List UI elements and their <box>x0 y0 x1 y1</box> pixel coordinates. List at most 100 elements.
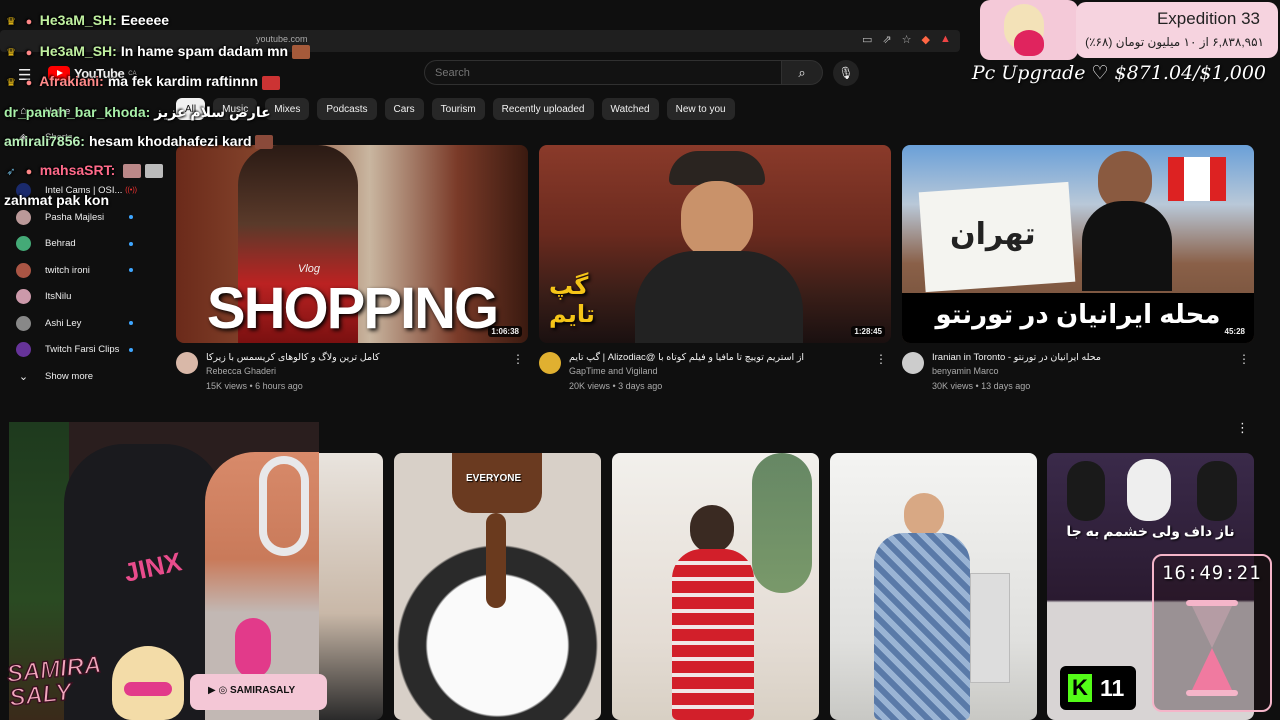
user-icon: ● <box>25 77 33 90</box>
chat-username: mahsaSRT: <box>39 161 116 178</box>
brave-shield-icon[interactable]: ◆ <box>922 33 930 46</box>
short-plant <box>752 453 812 593</box>
chip-recently-uploaded[interactable]: Recently uploaded <box>492 98 594 120</box>
video-card[interactable]: گپ تایم 1:28:45 از استریم توییچ تا مافیا… <box>539 145 891 394</box>
video-title[interactable]: از استریم توییچ تا مافیا و فیلم کوتاه با… <box>569 352 804 364</box>
sidebar-item-label: Show more <box>45 370 94 382</box>
sidebar-subscription[interactable]: ItsNilu <box>0 284 155 311</box>
stream-chat: ♛ ● He3aM_SH: Eeeeee ♛ ● He3aM_SH: In hame… <box>4 6 324 215</box>
user-icon: ● <box>25 16 33 28</box>
short-card[interactable]: EVERYONE <box>394 453 601 720</box>
chat-message: ➶ ● mahsaSRT: zahmat pak kon <box>4 156 324 215</box>
streamer-logo: SAMIRA SALY <box>5 650 105 713</box>
chat-message: ♛ ● He3aM_SH: In hame spam dadam mn <box>4 37 324 68</box>
channel-avatar[interactable] <box>176 352 198 374</box>
chip-cars[interactable]: Cars <box>384 98 424 120</box>
more-options-icon[interactable]: ⋮ <box>1238 352 1250 366</box>
bookmark-icon[interactable]: ☆ <box>902 33 912 46</box>
video-stats: 30K views • 13 days ago <box>932 381 1031 391</box>
emote-icon <box>255 135 274 150</box>
emote-icon <box>291 45 310 59</box>
video-title[interactable]: Iranian in Toronto - محله ایرانیان در تو… <box>932 352 1101 364</box>
sidebar-subscription[interactable]: twitch ironi <box>0 257 155 284</box>
chocolate-stream <box>486 513 506 608</box>
channel-avatar[interactable] <box>539 352 561 374</box>
chat-text: عارض سلام عزیز <box>154 104 271 121</box>
video-meta: از استریم توییچ تا مافیا و فیلم کوتاه با… <box>539 352 891 394</box>
crown-icon: ♛ <box>6 16 16 28</box>
search-button[interactable]: ⌕ <box>781 60 823 85</box>
new-content-dot <box>129 241 133 246</box>
more-options-icon[interactable]: ⋮ <box>512 352 524 366</box>
share-icon[interactable]: ⇗ <box>882 33 891 46</box>
microphone-icon: 🎙 <box>838 66 854 80</box>
video-stats: 20K views • 3 days ago <box>569 381 663 391</box>
short-label: EVERYONE <box>466 473 522 484</box>
sidebar-subscription[interactable]: Ashi Ley <box>0 310 155 337</box>
avatar <box>16 342 31 358</box>
voice-search-button[interactable]: 🎙 <box>833 60 859 86</box>
channel-avatar[interactable] <box>902 352 924 374</box>
short-label: ناز داف ولی خشمم به جا <box>1066 523 1235 539</box>
rocket-icon: ➶ <box>6 165 16 178</box>
search-input[interactable] <box>424 60 782 85</box>
short-machine <box>970 573 1010 683</box>
more-options-icon[interactable]: ⋮ <box>875 352 887 366</box>
kick-count: 11 <box>1100 674 1125 701</box>
social-handle: ▶ ◎ SAMIRASALY <box>208 685 295 696</box>
streamer-name-line2: SALY <box>7 678 73 713</box>
thumbnail-hat <box>669 151 765 185</box>
thumbnail-title-text: SHOPPING <box>206 276 499 341</box>
extension-icon[interactable]: ▲ <box>940 33 951 46</box>
santa-emote-icon <box>261 75 280 90</box>
video-duration: 45:28 <box>1221 326 1248 337</box>
short-person-head <box>690 505 734 553</box>
shorts-more-options-icon[interactable]: ⋮ <box>1236 420 1249 436</box>
chat-message: ♛ ● He3aM_SH: Eeeeee <box>4 6 324 37</box>
cast-icon[interactable]: ▭ <box>862 33 872 46</box>
search-icon: ⌕ <box>798 64 806 80</box>
chat-message: amirali7856: hesam khodahafezi kard <box>4 127 324 156</box>
thumbnail-sign-text: تهران <box>950 218 1036 251</box>
chip-new-to-you[interactable]: New to you <box>666 98 735 120</box>
channel-name[interactable]: Rebecca Ghaderi <box>206 364 380 379</box>
pc-upgrade-goal: Pc Upgrade ♡ $871.04/$1,000 <box>971 62 1266 84</box>
short-person-pajamas <box>672 549 754 720</box>
video-thumbnail[interactable]: گپ تایم 1:28:45 <box>539 145 891 343</box>
chat-username: He3aM_SH: <box>39 42 117 59</box>
subathon-timer: 16:49:21 <box>1162 562 1262 584</box>
chat-text: In hame spam dadam mn <box>120 42 289 59</box>
handle-text: SAMIRASALY <box>230 685 296 696</box>
sidebar-subscription[interactable]: Behrad <box>0 231 155 258</box>
goal-title: Expedition 33 <box>1156 9 1260 28</box>
chat-text: ma fek kardim raftinnn <box>107 73 258 90</box>
kick-follower-count: K 11 <box>1060 666 1136 710</box>
chat-username: amirali7856: <box>4 132 85 149</box>
video-card[interactable]: تهران محله ایرانیان در تورنتو 45:28 Iran… <box>902 145 1254 394</box>
youtube-icon: ▶ <box>208 685 216 696</box>
channel-name[interactable]: benyamin Marco <box>932 364 1101 379</box>
chip-podcasts[interactable]: Podcasts <box>317 98 377 120</box>
chip-watched[interactable]: Watched <box>601 98 659 120</box>
channel-name[interactable]: GapTime and Vigiland <box>569 364 804 379</box>
chevron-down-icon: ⌄ <box>18 370 29 383</box>
thumbnail-person <box>1082 201 1172 291</box>
short-card[interactable] <box>612 453 819 720</box>
video-title[interactable]: کامل ترین ولاگ و کالوهای کریسمس با زیرکا <box>206 352 380 364</box>
thumbnail-title-text: محله ایرانیان در تورنتو <box>935 299 1221 329</box>
subscription-name: twitch ironi <box>45 264 90 276</box>
short-person-robe <box>874 533 970 720</box>
instagram-icon: ◎ <box>218 685 228 696</box>
hourglass-icon <box>1186 600 1238 696</box>
short-person-head <box>904 493 944 537</box>
new-content-dot <box>129 268 133 273</box>
video-duration: 1:06:38 <box>488 326 522 337</box>
sidebar-subscription[interactable]: Twitch Farsi Clips <box>0 337 155 364</box>
crown-icon: ♛ <box>6 46 16 59</box>
goal-avatar-art <box>980 0 1078 60</box>
sidebar-show-more[interactable]: ⌄ Show more <box>0 363 155 390</box>
video-meta: کامل ترین ولاگ و کالوهای کریسمس با زیرکا… <box>176 352 528 394</box>
video-thumbnail[interactable]: تهران محله ایرانیان در تورنتو 45:28 <box>902 145 1254 343</box>
short-card[interactable] <box>830 453 1037 720</box>
chip-tourism[interactable]: Tourism <box>431 98 485 120</box>
